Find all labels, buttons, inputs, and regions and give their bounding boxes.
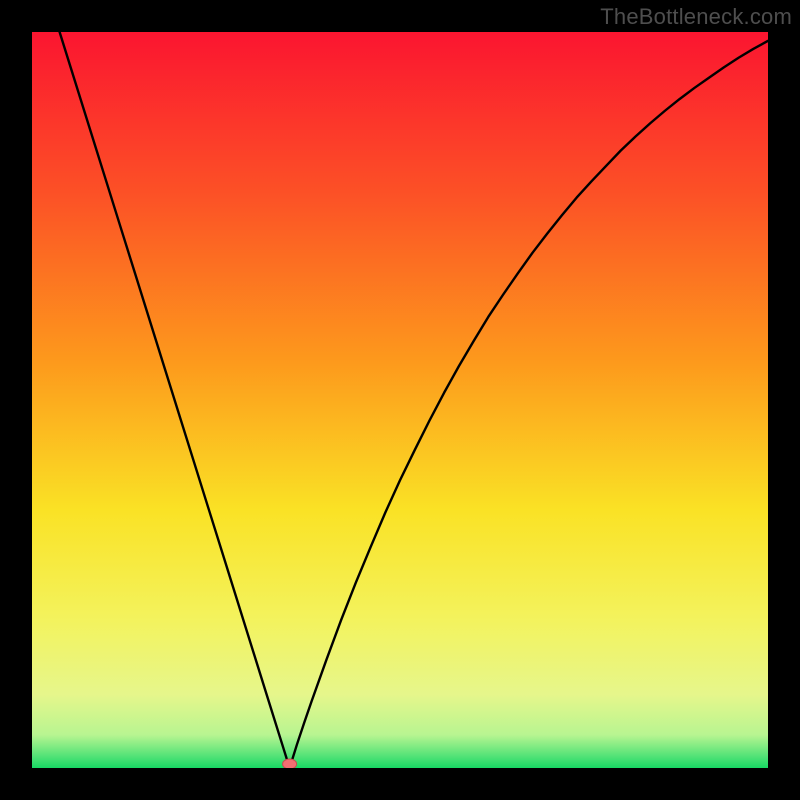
watermark-label: TheBottleneck.com xyxy=(600,4,792,30)
chart-svg xyxy=(32,32,768,768)
plot-area xyxy=(32,32,768,768)
gradient-background xyxy=(32,32,768,768)
minimum-marker xyxy=(283,759,297,768)
outer-frame: TheBottleneck.com xyxy=(0,0,800,800)
